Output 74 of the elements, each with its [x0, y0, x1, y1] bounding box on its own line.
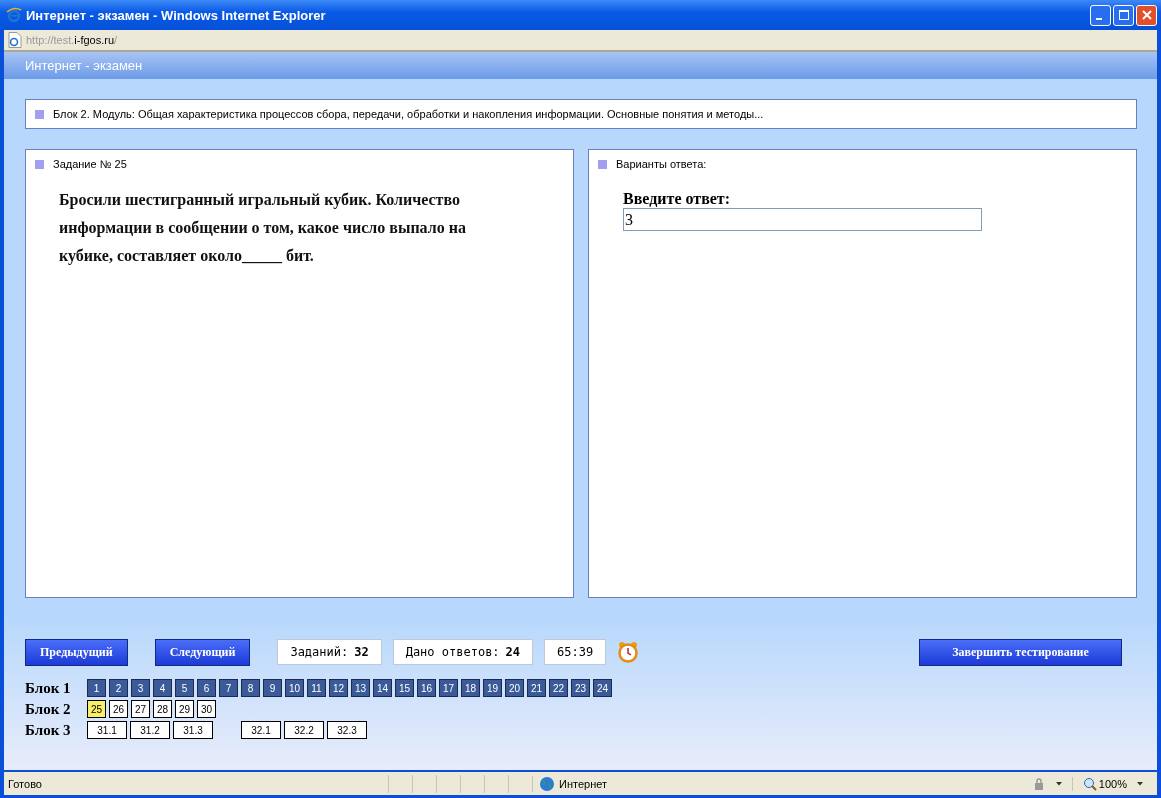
question-number-button[interactable]: 31.3: [173, 721, 213, 739]
address-bar[interactable]: http://test.i-fgos.ru/: [4, 30, 1157, 52]
block-label: Блок 3: [25, 721, 72, 739]
bullet-icon: [35, 159, 44, 169]
question-number-button[interactable]: 15: [395, 679, 414, 697]
page-icon: [8, 32, 22, 48]
question-number-button[interactable]: 28: [153, 700, 172, 718]
question-number-button[interactable]: 10: [285, 679, 304, 697]
question-number-button[interactable]: 5: [175, 679, 194, 697]
minimize-icon: [1096, 17, 1102, 20]
question-number-button[interactable]: 23: [571, 679, 590, 697]
minimize-button[interactable]: [1090, 4, 1111, 26]
app-title: Интернет - экзамен: [25, 58, 143, 73]
task-heading: Задание № 25: [53, 158, 127, 170]
question-number-button[interactable]: 11: [307, 679, 326, 697]
question-number-button[interactable]: 19: [483, 679, 502, 697]
question-number-button[interactable]: 26: [109, 700, 128, 718]
question-number-button[interactable]: 32.3: [327, 721, 367, 739]
timer: 65:39: [544, 639, 607, 665]
alarm-clock-icon: [617, 641, 640, 663]
previous-button[interactable]: Предыдущий: [25, 638, 128, 666]
module-text: Блок 2. Модуль: Общая характеристика процессов сбора, передачи, обработки и накопления информации. Основные понятия и методы...: [53, 108, 764, 120]
question-number-button[interactable]: 30: [197, 700, 216, 718]
status-text: Готово: [8, 777, 43, 790]
question-number-button[interactable]: 21: [527, 679, 546, 697]
question-number-button[interactable]: 8: [241, 679, 260, 697]
counter-box: Дано ответов: 24: [392, 639, 534, 665]
question-number-button[interactable]: 20: [505, 679, 524, 697]
question-number-button[interactable]: 27: [131, 700, 150, 718]
close-icon: [1141, 10, 1152, 20]
counter-box: Заданий: 32: [277, 639, 382, 665]
question-number-button[interactable]: 24: [593, 679, 612, 697]
question-number-button[interactable]: 16: [417, 679, 436, 697]
question-number-button[interactable]: 4: [153, 679, 172, 697]
close-button[interactable]: [1136, 4, 1157, 26]
block-label: Блок 1: [25, 679, 72, 697]
question-number-button[interactable]: 17: [439, 679, 458, 697]
finish-button[interactable]: Завершить тестирование: [919, 638, 1122, 666]
dropdown-arrow-icon[interactable]: [1055, 781, 1062, 786]
globe-icon: [539, 775, 555, 792]
question-number-button[interactable]: 25: [87, 700, 106, 718]
question-number-button[interactable]: 18: [461, 679, 480, 697]
zoom-icon: [1082, 776, 1097, 791]
url-text: http://test.i-fgos.ru/: [26, 34, 118, 46]
maximize-button[interactable]: [1113, 4, 1134, 26]
question-number-button[interactable]: 31.1: [87, 721, 127, 739]
question-number-button[interactable]: 7: [219, 679, 238, 697]
dropdown-arrow-icon[interactable]: [1137, 781, 1143, 786]
bullet-icon: [598, 159, 607, 169]
question-text: Бросили шестигранный игральный кубик. Количество информации в сообщении о том, какое число выпало на кубике, составляет около_____ бит.: [59, 190, 467, 267]
next-button[interactable]: Следующий: [154, 638, 251, 666]
question-number-button[interactable]: 1: [87, 679, 106, 697]
answer-field[interactable]: 3: [623, 208, 982, 231]
browser-logo-icon: [6, 7, 22, 23]
question-number-button[interactable]: 29: [175, 700, 194, 718]
question-number-button[interactable]: 22: [549, 679, 568, 697]
question-number-button[interactable]: 32.1: [241, 721, 281, 739]
block-label: Блок 2: [25, 700, 72, 718]
question-number-button[interactable]: 2: [109, 679, 128, 697]
answer-heading: Варианты ответа:: [616, 158, 707, 170]
question-number-button[interactable]: 14: [373, 679, 392, 697]
zoom-level[interactable]: 100%: [1098, 777, 1127, 790]
question-number-button[interactable]: 6: [197, 679, 216, 697]
question-number-button[interactable]: 9: [263, 679, 282, 697]
question-number-button[interactable]: 32.2: [284, 721, 324, 739]
answer-label: Введите ответ:: [623, 190, 732, 208]
zone-text: Интернет: [559, 777, 607, 790]
bullet-icon: [35, 109, 44, 119]
window-title: Интернет - экзамен - Windows Internet Explorer: [26, 7, 327, 23]
question-number-button[interactable]: 31.2: [130, 721, 170, 739]
maximize-icon: [1118, 10, 1129, 20]
question-number-button[interactable]: 13: [351, 679, 370, 697]
question-number-button[interactable]: 12: [329, 679, 348, 697]
question-number-button[interactable]: 3: [131, 679, 150, 697]
